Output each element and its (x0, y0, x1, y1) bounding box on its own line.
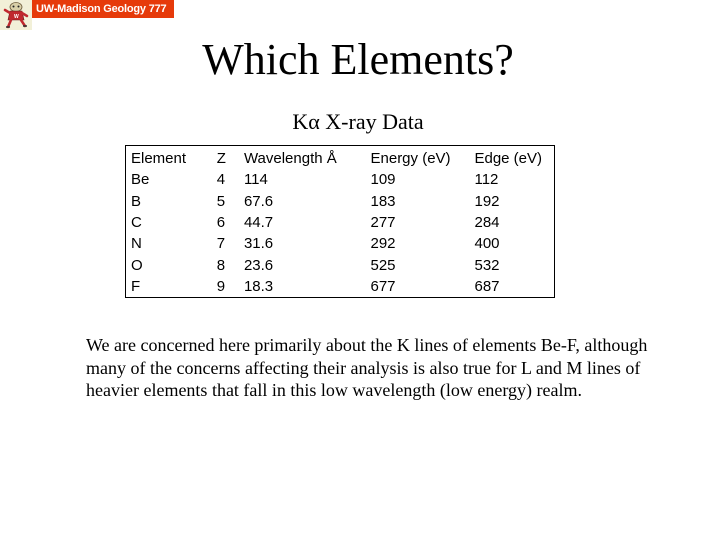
table-row: N 7 31.6 292 400 (131, 233, 554, 254)
table-row: B 5 67.6 183 192 (131, 191, 554, 212)
xray-data-table: Element Z Wavelength Å Energy (eV) Edge … (131, 148, 554, 297)
cell-energy: 109 (370, 171, 396, 189)
svg-text:W: W (14, 14, 19, 20)
cell-energy: 277 (370, 214, 396, 232)
cell-z: 9 (216, 277, 226, 295)
logo: W (0, 0, 32, 30)
table-row: C 6 44.7 277 284 (131, 212, 554, 233)
cell-edge: 400 (474, 235, 500, 253)
table-header-row: Element Z Wavelength Å Energy (eV) Edge … (131, 148, 554, 169)
cell-wavelength: 67.6 (243, 192, 274, 210)
cell-z: 5 (216, 192, 226, 210)
cell-z: 6 (216, 214, 226, 232)
column-header-element: Element (131, 150, 187, 168)
cell-energy: 525 (370, 256, 396, 274)
table-row: Be 4 114 109 112 (131, 169, 554, 190)
column-header-edge: Edge (eV) (474, 150, 543, 168)
cell-edge: 687 (474, 277, 500, 295)
column-header-energy: Energy (eV) (370, 150, 451, 168)
course-banner: UW-Madison Geology 777 (32, 0, 174, 18)
cell-wavelength: 23.6 (243, 256, 274, 274)
cell-element: N (131, 235, 142, 253)
cell-edge: 284 (474, 214, 500, 232)
table-row: F 9 18.3 677 687 (131, 276, 554, 297)
column-header-wavelength: Wavelength Å (243, 150, 337, 168)
table-caption: Kα X-ray Data (0, 108, 720, 136)
cell-element: Be (131, 171, 150, 189)
cell-edge: 192 (474, 192, 500, 210)
cell-wavelength: 31.6 (243, 235, 274, 253)
cell-element: B (131, 192, 142, 210)
xray-data-table-box: Element Z Wavelength Å Energy (eV) Edge … (125, 145, 555, 298)
badger-mascot-icon: W (3, 2, 29, 29)
cell-energy: 183 (370, 192, 396, 210)
cell-energy: 677 (370, 277, 396, 295)
column-header-z: Z (216, 150, 226, 168)
cell-z: 7 (216, 235, 226, 253)
cell-z: 4 (216, 171, 226, 189)
slide-title: Which Elements? (0, 34, 720, 86)
cell-element: C (131, 214, 142, 232)
slide-title-text: Which Elements? (202, 35, 514, 84)
table-caption-text: Kα X-ray Data (292, 109, 424, 134)
cell-wavelength: 114 (243, 171, 268, 189)
cell-z: 8 (216, 256, 226, 274)
cell-wavelength: 18.3 (243, 277, 274, 295)
cell-element: F (131, 277, 141, 295)
cell-wavelength: 44.7 (243, 214, 274, 232)
cell-element: O (131, 256, 143, 274)
cell-edge: 532 (474, 256, 500, 274)
table-row: O 8 23.6 525 532 (131, 254, 554, 275)
cell-edge: 112 (474, 171, 499, 189)
body-paragraph: We are concerned here primarily about th… (86, 335, 648, 400)
cell-energy: 292 (370, 235, 396, 253)
